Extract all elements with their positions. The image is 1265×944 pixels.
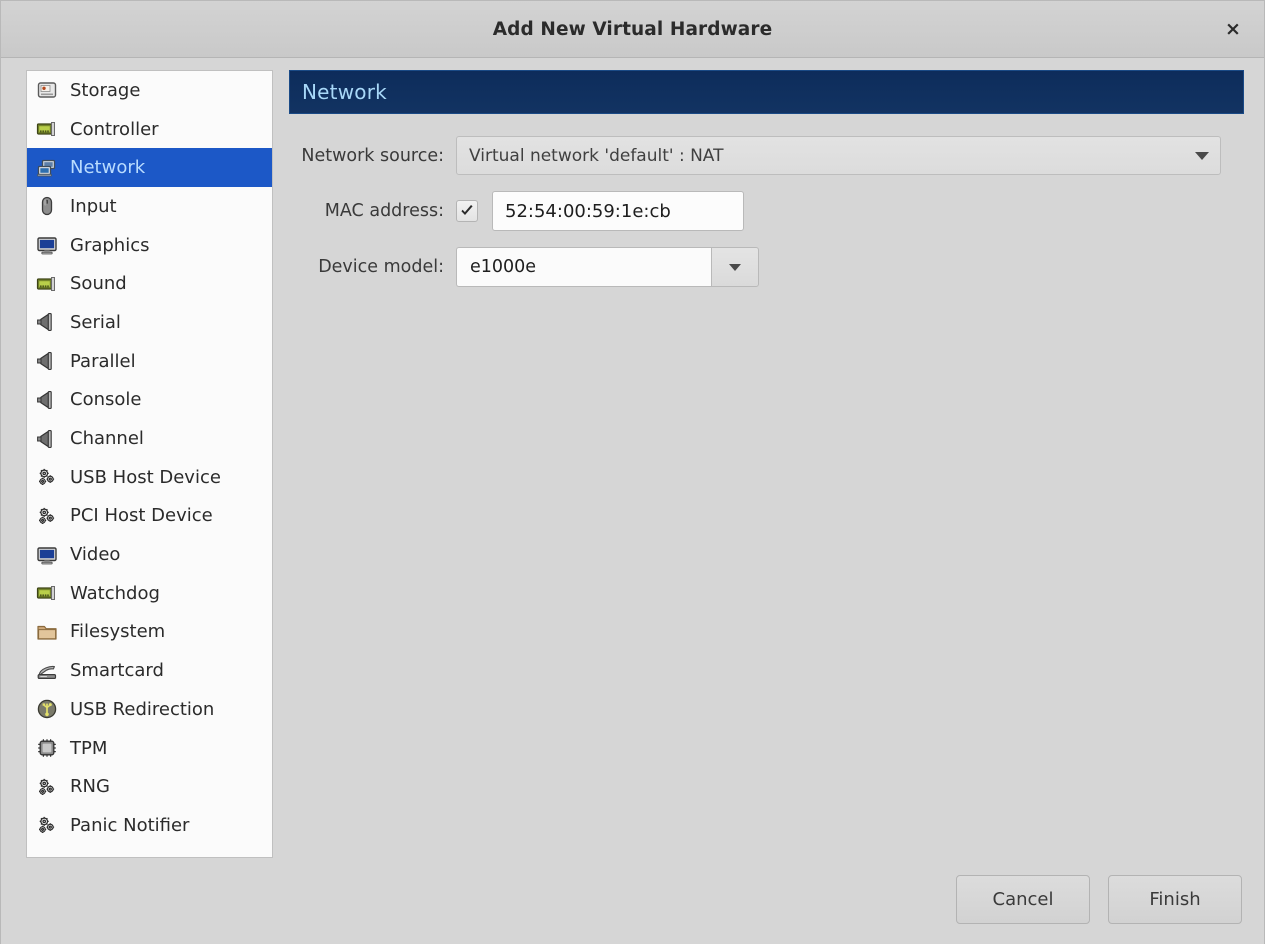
sidebar-item-console[interactable]: Console: [27, 381, 272, 420]
sidebar-item-label: TPM: [70, 737, 108, 759]
sidebar-item-label: PCI Host Device: [70, 505, 213, 527]
network-source-row: Network source: Virtual network 'default…: [289, 136, 1244, 175]
sidebar-item-label: Controller: [70, 118, 159, 140]
sidebar-item-smartcard[interactable]: Smartcard: [27, 651, 272, 690]
gears-icon: [39, 817, 55, 834]
sidebar-item-label: Filesystem: [70, 621, 166, 643]
sidebar-item-label: Serial: [70, 311, 121, 333]
sidebar-item-label: Input: [70, 195, 117, 217]
plug-icon: [37, 352, 52, 371]
folder-icon: [37, 625, 57, 640]
dialog-content: Storage Controller Network Input Graphics Sou…: [1, 58, 1264, 944]
sidebar-item-label: Parallel: [70, 350, 136, 372]
gears-icon: [39, 469, 55, 486]
window-title: Add New Virtual Hardware: [492, 18, 773, 40]
sidebar-item-serial[interactable]: Serial: [27, 303, 272, 342]
network-form: Network source: Virtual network 'default…: [289, 136, 1244, 287]
detail-pane: Network Network source: Virtual network …: [289, 70, 1244, 303]
monitor-icon: [37, 237, 57, 255]
controller-card-icon: [36, 122, 55, 137]
hardware-category-list[interactable]: Storage Controller Network Input Graphics Sou…: [26, 70, 273, 858]
device-model-input[interactable]: e1000e: [456, 247, 711, 287]
sidebar-item-channel[interactable]: Channel: [27, 419, 272, 458]
sidebar-item-tpm[interactable]: TPM: [27, 729, 272, 768]
chevron-down-icon: [729, 263, 741, 271]
storage-icon: [37, 82, 57, 99]
sidebar-item-usb-redirection[interactable]: USB Redirection: [27, 690, 272, 729]
sidebar-item-label: Graphics: [70, 234, 150, 256]
sidebar-item-filesystem[interactable]: Filesystem: [27, 613, 272, 652]
mac-address-input[interactable]: 52:54:00:59:1e:cb: [492, 191, 744, 231]
device-model-label: Device model:: [318, 257, 444, 277]
sidebar-item-parallel[interactable]: Parallel: [27, 342, 272, 381]
sidebar-item-storage[interactable]: Storage: [27, 71, 272, 110]
device-model-combo[interactable]: e1000e: [456, 247, 759, 287]
sidebar-item-rng[interactable]: RNG: [27, 767, 272, 806]
sidebar-item-label: Channel: [70, 428, 144, 450]
gears-icon: [39, 778, 55, 795]
cancel-button[interactable]: Cancel: [956, 875, 1090, 924]
sidebar-item-label: Console: [70, 389, 142, 411]
usb-icon: [37, 700, 57, 719]
dialog-actions: Cancel Finish: [956, 875, 1242, 924]
controller-card-icon: [36, 586, 55, 601]
device-model-row: Device model: e1000e: [289, 247, 1244, 287]
pane-header: Network: [289, 70, 1244, 114]
check-icon: [461, 205, 473, 215]
mac-address-row: MAC address: 52:54:00:59:1e:cb: [289, 191, 1244, 231]
sound-card-icon: [36, 276, 55, 291]
plug-icon: [37, 390, 52, 409]
smartcard-reader-icon: [37, 665, 57, 679]
title-bar: Add New Virtual Hardware ×: [1, 1, 1264, 58]
sidebar-item-input[interactable]: Input: [27, 187, 272, 226]
close-icon[interactable]: ×: [1216, 12, 1250, 46]
sidebar-item-label: Panic Notifier: [70, 814, 190, 836]
mac-address-checkbox[interactable]: [456, 200, 478, 222]
sidebar-item-watchdog[interactable]: Watchdog: [27, 574, 272, 613]
plug-icon: [37, 429, 52, 448]
network-source-label: Network source:: [301, 145, 444, 166]
sidebar-item-pci-host-device[interactable]: PCI Host Device: [27, 497, 272, 536]
network-source-value: Virtual network 'default' : NAT: [469, 145, 724, 166]
sidebar-item-label: USB Host Device: [70, 466, 221, 488]
mouse-icon: [41, 197, 53, 216]
network-source-select[interactable]: Virtual network 'default' : NAT: [456, 136, 1221, 175]
sidebar-item-network[interactable]: Network: [27, 148, 272, 188]
sidebar-item-usb-host-device[interactable]: USB Host Device: [27, 458, 272, 497]
sidebar-item-label: USB Redirection: [70, 698, 215, 720]
gears-icon: [39, 507, 55, 524]
plug-icon: [37, 313, 52, 332]
add-hardware-dialog: Add New Virtual Hardware × Storage Contro…: [0, 0, 1265, 944]
network-icon: [37, 159, 56, 177]
sidebar-item-label: RNG: [70, 776, 110, 798]
sidebar-item-panic-notifier[interactable]: Panic Notifier: [27, 806, 272, 845]
finish-button[interactable]: Finish: [1108, 875, 1242, 924]
sidebar-item-label: Storage: [70, 79, 141, 101]
device-model-dropdown-button[interactable]: [711, 247, 759, 287]
mac-address-label: MAC address:: [324, 201, 444, 221]
sidebar-item-graphics[interactable]: Graphics: [27, 226, 272, 265]
chevron-down-icon: [1195, 151, 1209, 160]
sidebar-item-video[interactable]: Video: [27, 535, 272, 574]
sidebar-item-label: Watchdog: [70, 582, 160, 604]
page-title: Network: [302, 80, 387, 104]
monitor-icon: [37, 546, 57, 564]
sidebar-item-sound[interactable]: Sound: [27, 264, 272, 303]
sidebar-item-label: Sound: [70, 273, 127, 295]
sidebar-item-label: Smartcard: [70, 660, 164, 682]
sidebar-item-label: Network: [70, 157, 146, 179]
sidebar-item-controller[interactable]: Controller: [27, 110, 272, 149]
sidebar-item-label: Video: [70, 544, 121, 566]
chip-icon: [38, 739, 56, 757]
